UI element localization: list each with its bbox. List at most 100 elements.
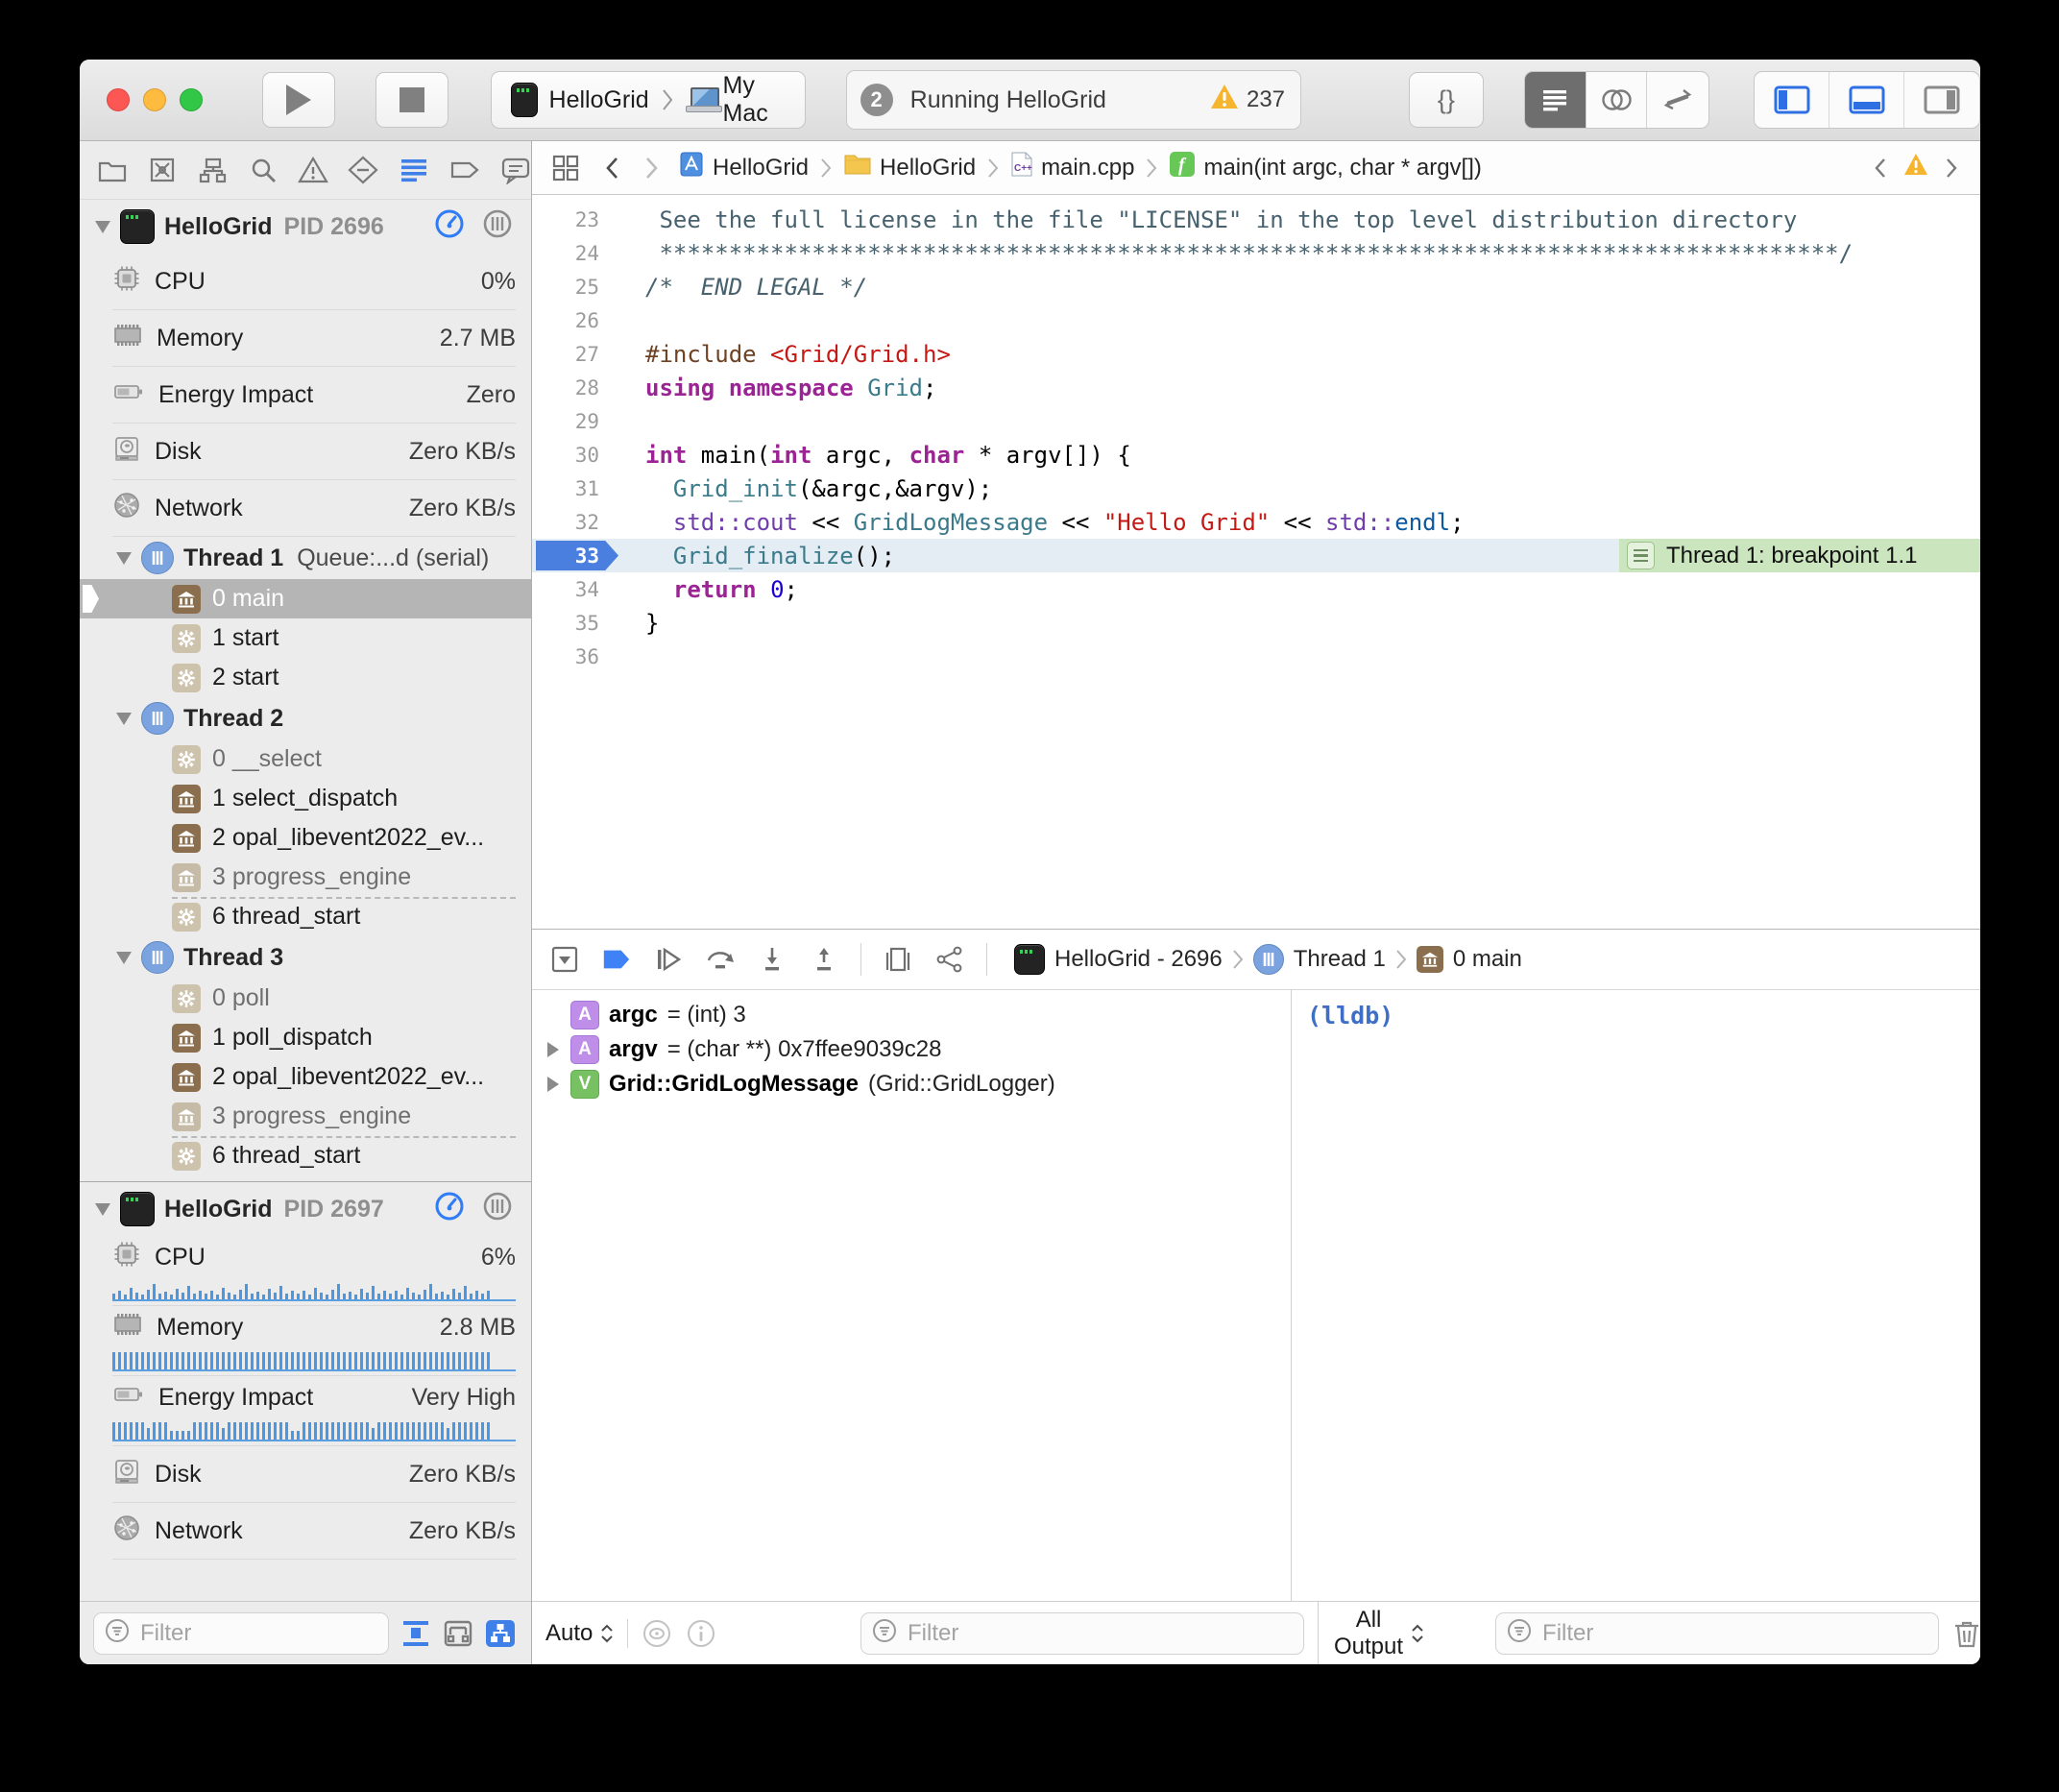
- columns-icon[interactable]: [481, 207, 514, 247]
- line-number[interactable]: 26: [532, 309, 599, 332]
- warning-icon[interactable]: [1903, 153, 1928, 182]
- line-number[interactable]: 27: [532, 343, 599, 366]
- disclosure-triangle-icon[interactable]: [95, 1203, 110, 1216]
- issue-navigator-icon[interactable]: [298, 154, 328, 186]
- line-number[interactable]: 28: [532, 376, 599, 400]
- code-line[interactable]: 29: [532, 404, 1980, 438]
- symbol-navigator-icon[interactable]: [198, 154, 229, 186]
- line-number[interactable]: 34: [532, 578, 599, 601]
- breakpoint-annotation[interactable]: Thread 1: breakpoint 1.1: [1619, 539, 1980, 572]
- version-editor-button[interactable]: [1647, 72, 1708, 128]
- gauge-row-disk[interactable]: DiskZero KB/s: [112, 424, 516, 480]
- stack-frame-row[interactable]: 0 poll: [80, 979, 531, 1018]
- step-over-icon[interactable]: [705, 944, 736, 975]
- back-chevron-icon[interactable]: [597, 155, 626, 182]
- zoom-window-button[interactable]: [180, 88, 203, 111]
- gauge-dial-icon[interactable]: [433, 207, 466, 247]
- trash-icon[interactable]: [1952, 1618, 1980, 1649]
- variable-row[interactable]: VGrid::GridLogMessage(Grid::GridLogger): [532, 1067, 1291, 1102]
- continue-icon[interactable]: [653, 944, 684, 975]
- disclosure-triangle-icon[interactable]: [95, 221, 110, 233]
- code-text[interactable]: using namespace Grid;: [599, 375, 936, 401]
- stack-frame-row[interactable]: 1 select_dispatch: [80, 779, 531, 818]
- breadcrumb-file[interactable]: C++ main.cpp: [1010, 151, 1134, 184]
- gauge-row-network[interactable]: NetworkZero KB/s: [112, 480, 516, 537]
- process-row[interactable]: HelloGrid PID 2696: [80, 200, 531, 254]
- stop-button[interactable]: [375, 72, 448, 128]
- scheme-selector[interactable]: HelloGrid My Mac: [491, 71, 805, 129]
- console-scope-popup[interactable]: All Output: [1334, 1607, 1424, 1660]
- line-number[interactable]: 33: [532, 545, 599, 568]
- code-text[interactable]: int main(int argc, char * argv[]) {: [599, 442, 1131, 469]
- columns-icon[interactable]: [481, 1190, 514, 1229]
- debug-navigator-icon[interactable]: [399, 154, 429, 186]
- gauge-row-energy-impact[interactable]: Energy ImpactVery High: [112, 1376, 516, 1418]
- stack-frame-row[interactable]: 0 main: [80, 579, 531, 618]
- hide-debug-area-icon[interactable]: [549, 944, 580, 975]
- toggle-inspector-button[interactable]: [1904, 72, 1979, 128]
- quick-look-icon[interactable]: [642, 1618, 672, 1649]
- code-line[interactable]: 26: [532, 303, 1980, 337]
- code-text[interactable]: }: [599, 610, 659, 637]
- code-snippet-button[interactable]: {}: [1409, 72, 1484, 128]
- code-line[interactable]: 35}: [532, 606, 1980, 640]
- variables-filter-field[interactable]: [860, 1612, 1304, 1655]
- stack-frame-row[interactable]: 1 start: [80, 618, 531, 658]
- report-navigator-icon[interactable]: [500, 154, 531, 186]
- info-icon[interactable]: [686, 1618, 716, 1649]
- code-line[interactable]: 27#include <Grid/Grid.h>: [532, 337, 1980, 371]
- step-out-icon[interactable]: [809, 944, 839, 975]
- find-navigator-icon[interactable]: [248, 154, 279, 186]
- line-number[interactable]: 35: [532, 612, 599, 635]
- code-text[interactable]: Grid_finalize();: [599, 543, 895, 569]
- line-number[interactable]: 36: [532, 645, 599, 668]
- code-line[interactable]: 32 std::cout << GridLogMessage << "Hello…: [532, 505, 1980, 539]
- line-number[interactable]: 24: [532, 242, 599, 265]
- process-row[interactable]: HelloGrid PID 2697: [80, 1182, 531, 1236]
- code-text[interactable]: /* END LEGAL */: [599, 274, 867, 301]
- next-issue-icon[interactable]: [1938, 156, 1965, 181]
- code-line[interactable]: 36: [532, 640, 1980, 673]
- thread-row[interactable]: Thread 3: [80, 936, 531, 979]
- disclosure-triangle-icon[interactable]: [547, 1042, 559, 1057]
- breadcrumb-project[interactable]: HelloGrid: [678, 151, 809, 184]
- console-view[interactable]: (lldb): [1291, 990, 1980, 1602]
- gauge-row-cpu[interactable]: CPU6%: [112, 1236, 516, 1278]
- line-number[interactable]: 31: [532, 477, 599, 500]
- code-line[interactable]: 24 *************************************…: [532, 236, 1980, 270]
- variable-row[interactable]: Aargc= (int) 3: [532, 998, 1291, 1032]
- view-process-by-queue-icon[interactable]: [441, 1617, 475, 1650]
- code-line[interactable]: 33 Grid_finalize(); Thread 1: breakpoint …: [532, 539, 1980, 572]
- source-control-navigator-icon[interactable]: [147, 154, 178, 186]
- code-line[interactable]: 34 return 0;: [532, 572, 1980, 606]
- code-line[interactable]: 28using namespace Grid;: [532, 371, 1980, 404]
- code-text[interactable]: Grid_init(&argc,&argv);: [599, 475, 992, 502]
- line-number[interactable]: 32: [532, 511, 599, 534]
- toggle-debug-area-button[interactable]: [1829, 72, 1904, 128]
- variables-scope-popup[interactable]: Auto: [545, 1620, 614, 1647]
- disclosure-triangle-icon[interactable]: [116, 952, 132, 964]
- code-text[interactable]: ****************************************…: [599, 240, 1853, 267]
- line-number[interactable]: 23: [532, 208, 599, 231]
- stack-frame-row[interactable]: 6 thread_start: [80, 897, 531, 936]
- gauge-row-energy-impact[interactable]: Energy ImpactZero: [112, 367, 516, 424]
- breadcrumb-group[interactable]: HelloGrid: [843, 152, 976, 183]
- navigator-filter-field[interactable]: [93, 1612, 389, 1655]
- code-text[interactable]: #include <Grid/Grid.h>: [599, 341, 951, 368]
- code-line[interactable]: 25/* END LEGAL */: [532, 270, 1980, 303]
- disclosure-triangle-icon[interactable]: [547, 1077, 559, 1092]
- line-number[interactable]: 29: [532, 410, 599, 433]
- line-number[interactable]: 30: [532, 444, 599, 467]
- stack-frame-row[interactable]: 0 __select: [80, 739, 531, 779]
- console-filter-field[interactable]: [1495, 1612, 1939, 1655]
- code-line[interactable]: 23 See the full license in the file "LIC…: [532, 203, 1980, 236]
- related-items-icon[interactable]: [545, 154, 586, 182]
- warning-icon[interactable]: [1210, 84, 1239, 116]
- thread-row[interactable]: Thread 1Queue:...d (serial): [80, 537, 531, 579]
- disclosure-triangle-icon[interactable]: [116, 713, 132, 725]
- code-line[interactable]: 30int main(int argc, char * argv[]) {: [532, 438, 1980, 472]
- breakpoints-toggle-icon[interactable]: [601, 944, 632, 975]
- debug-crumb-process[interactable]: HelloGrid - 2696: [1054, 946, 1223, 973]
- code-line[interactable]: 31 Grid_init(&argc,&argv);: [532, 472, 1980, 505]
- gauge-row-cpu[interactable]: CPU0%: [112, 254, 516, 310]
